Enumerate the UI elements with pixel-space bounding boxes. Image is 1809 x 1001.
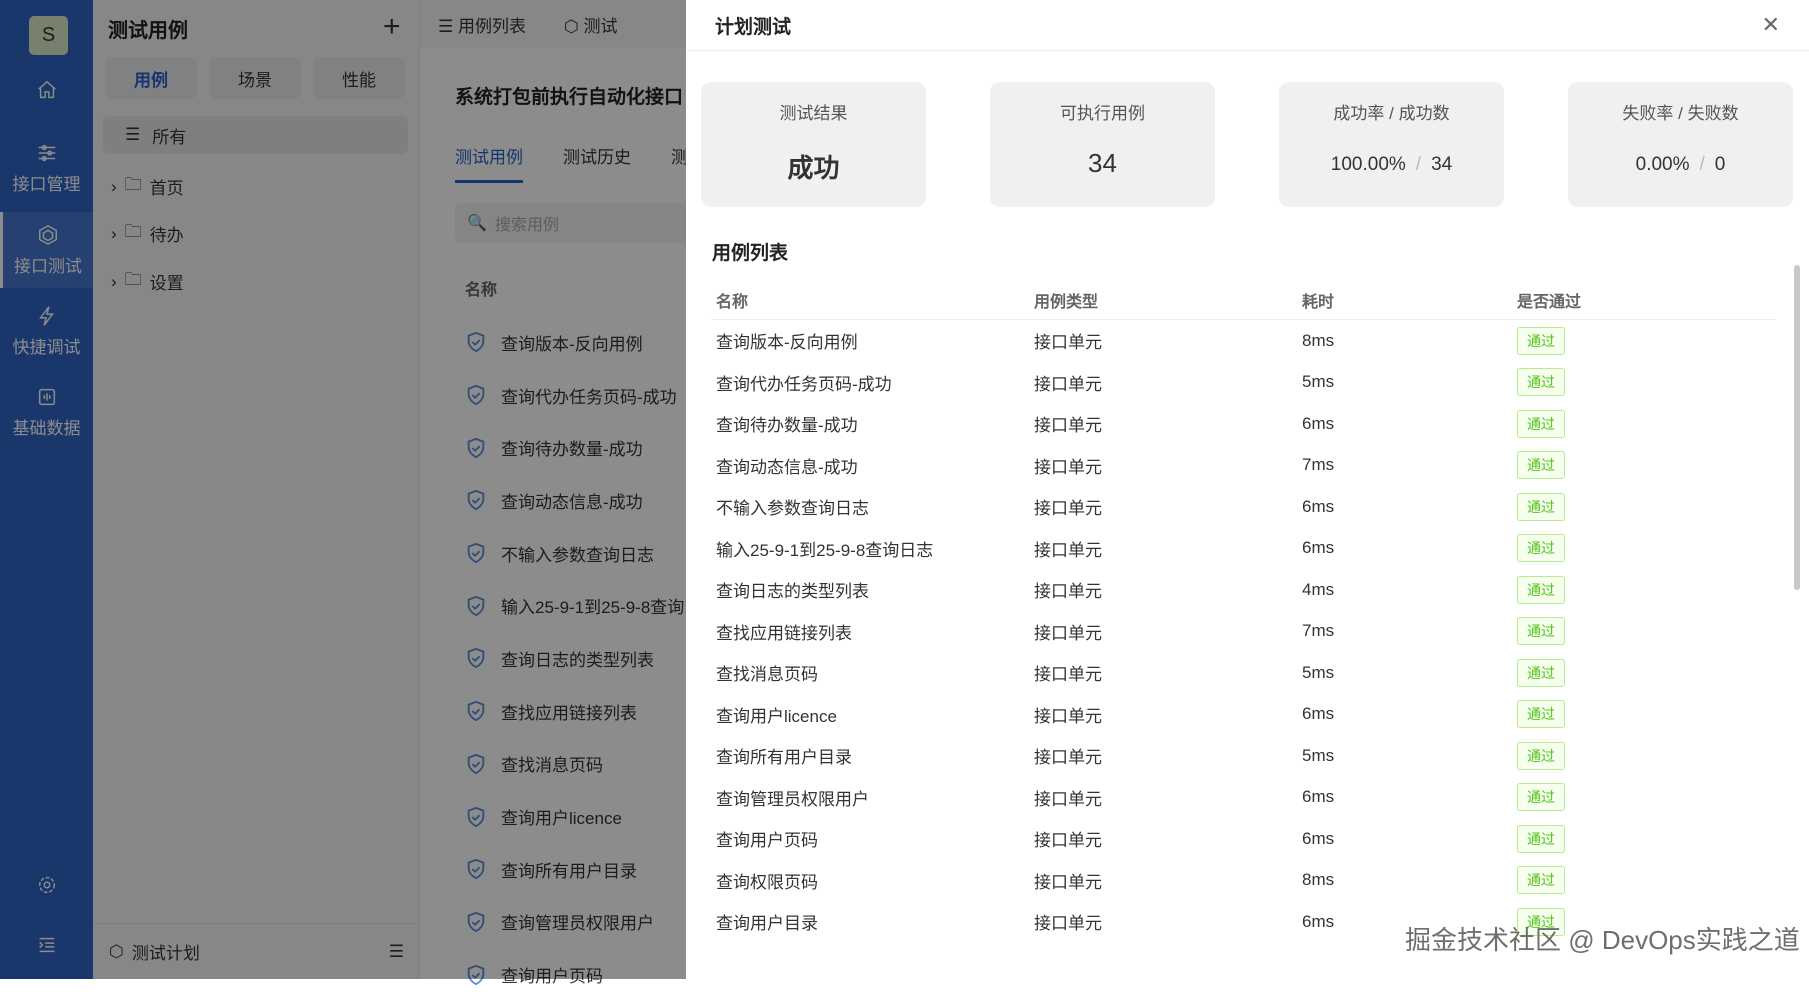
watermark: 掘金技术社区 @ DevOps实践之道 — [1405, 925, 1800, 955]
pass-badge: 通过 — [1517, 368, 1565, 397]
table-row: 查询权限页码 接口单元 8ms 通过 — [711, 860, 1776, 902]
cell-name: 查询代办任务页码-成功 — [716, 374, 892, 394]
cell-time: 7ms — [1302, 455, 1335, 475]
cell-time: 7ms — [1302, 621, 1335, 641]
cell-type: 接口单元 — [1034, 499, 1102, 519]
cell-time: 6ms — [1302, 538, 1335, 558]
cell-type: 接口单元 — [1034, 333, 1102, 353]
pass-badge: 通过 — [1517, 617, 1565, 646]
cell-type: 接口单元 — [1034, 416, 1102, 436]
card-success: 成功率 / 成功数 100.00%/34 — [1279, 82, 1504, 207]
pass-badge: 通过 — [1517, 575, 1565, 604]
cell-type: 接口单元 — [1034, 872, 1102, 892]
pass-badge: 通过 — [1517, 700, 1565, 729]
cell-name: 查询用户licence — [716, 706, 837, 726]
table-row: 查询所有用户目录 接口单元 5ms 通过 — [711, 735, 1776, 777]
table-row: 查询管理员权限用户 接口单元 6ms 通过 — [711, 777, 1776, 819]
cell-time: 8ms — [1302, 870, 1335, 890]
table-row: 不输入参数查询日志 接口单元 6ms 通过 — [711, 486, 1776, 528]
table-row: 查找消息页码 接口单元 5ms 通过 — [711, 652, 1776, 694]
pass-badge: 通过 — [1517, 492, 1565, 521]
cell-time: 5ms — [1302, 745, 1335, 765]
cell-type: 接口单元 — [1034, 374, 1102, 394]
cell-time: 8ms — [1302, 330, 1335, 350]
case-list-title: 用例列表 — [712, 243, 789, 264]
table-row: 查询代办任务页码-成功 接口单元 5ms 通过 — [711, 362, 1776, 404]
executable-count: 34 — [1088, 148, 1117, 178]
cell-name: 查询待办数量-成功 — [716, 416, 858, 436]
cell-type: 接口单元 — [1034, 540, 1102, 560]
table-row: 查询用户licence 接口单元 6ms 通过 — [711, 694, 1776, 736]
table-row: 查询版本-反向用例 接口单元 8ms 通过 — [711, 320, 1776, 362]
cell-type: 接口单元 — [1034, 831, 1102, 851]
cell-time: 6ms — [1302, 787, 1335, 807]
cell-type: 接口单元 — [1034, 582, 1102, 602]
card-executable-cases: 可执行用例 34 — [990, 82, 1215, 207]
cell-time: 5ms — [1302, 662, 1335, 682]
success-count: 34 — [1431, 154, 1453, 175]
cell-type: 接口单元 — [1034, 623, 1102, 643]
results-table: 名称 用例类型 耗时 是否通过 查询版本-反向用例 接口单元 8ms 通过 查询代办任务… — [711, 280, 1776, 961]
cell-name: 查询版本-反向用例 — [716, 333, 858, 353]
success-rate: 100.00% — [1330, 154, 1406, 175]
cell-name: 不输入参数查询日志 — [716, 499, 869, 519]
cell-time: 6ms — [1302, 413, 1335, 433]
table-row: 查询日志的类型列表 接口单元 4ms 通过 — [711, 569, 1776, 611]
table-row: 查找应用链接列表 接口单元 7ms 通过 — [711, 611, 1776, 653]
cell-name: 查询日志的类型列表 — [716, 582, 869, 602]
cell-type: 接口单元 — [1034, 706, 1102, 726]
close-icon[interactable]: ✕ — [1762, 12, 1780, 38]
cell-name: 查询所有用户目录 — [716, 748, 852, 768]
card-test-result: 测试结果 成功 — [701, 82, 926, 207]
header-passed: 是否通过 — [1517, 293, 1582, 311]
pass-badge: 通过 — [1517, 409, 1565, 438]
cell-type: 接口单元 — [1034, 789, 1102, 809]
table-row: 查询用户页码 接口单元 6ms 通过 — [711, 818, 1776, 860]
test-plan-drawer: 计划测试 ✕ 测试结果 成功 可执行用例 34 成功率 / 成功数 100.00%/34… — [686, 0, 1809, 979]
card-failure: 失败率 / 失败数 0.00%/0 — [1568, 82, 1793, 207]
pass-badge: 通过 — [1517, 451, 1565, 480]
cell-time: 6ms — [1302, 704, 1335, 724]
cell-name: 查询用户目录 — [716, 914, 818, 934]
pass-badge: 通过 — [1517, 534, 1565, 563]
header-name: 名称 — [716, 293, 749, 311]
pass-badge: 通过 — [1517, 824, 1565, 853]
cell-time: 6ms — [1302, 496, 1335, 516]
cell-name: 查找消息页码 — [716, 665, 818, 685]
cell-name: 查询用户页码 — [716, 831, 818, 851]
table-row: 查询动态信息-成功 接口单元 7ms 通过 — [711, 445, 1776, 487]
cell-time: 6ms — [1302, 828, 1335, 848]
pass-badge: 通过 — [1517, 326, 1565, 355]
pass-badge: 通过 — [1517, 866, 1565, 895]
modal-mask[interactable] — [0, 0, 686, 979]
pass-badge: 通过 — [1517, 741, 1565, 770]
failure-rate: 0.00% — [1635, 154, 1690, 175]
header-type: 用例类型 — [1034, 293, 1099, 311]
failure-count: 0 — [1714, 154, 1726, 175]
cell-time: 4ms — [1302, 579, 1335, 599]
cell-type: 接口单元 — [1034, 665, 1102, 685]
header-time: 耗时 — [1302, 293, 1335, 311]
cell-name: 查询管理员权限用户 — [716, 789, 869, 809]
pass-badge: 通过 — [1517, 783, 1565, 812]
cell-type: 接口单元 — [1034, 914, 1102, 934]
cell-name: 查询权限页码 — [716, 872, 818, 892]
cell-type: 接口单元 — [1034, 748, 1102, 768]
table-row: 输入25-9-1到25-9-8查询日志 接口单元 6ms 通过 — [711, 528, 1776, 570]
cell-type: 接口单元 — [1034, 457, 1102, 477]
cell-time: 5ms — [1302, 372, 1335, 392]
scrollbar[interactable] — [1794, 265, 1800, 590]
result-value: 成功 — [787, 153, 840, 183]
pass-badge: 通过 — [1517, 658, 1565, 687]
cell-name: 查找应用链接列表 — [716, 623, 852, 643]
table-row: 查询待办数量-成功 接口单元 6ms 通过 — [711, 403, 1776, 445]
drawer-title: 计划测试 — [715, 16, 792, 38]
cell-name: 查询动态信息-成功 — [716, 457, 858, 477]
cell-name: 输入25-9-1到25-9-8查询日志 — [716, 540, 934, 560]
